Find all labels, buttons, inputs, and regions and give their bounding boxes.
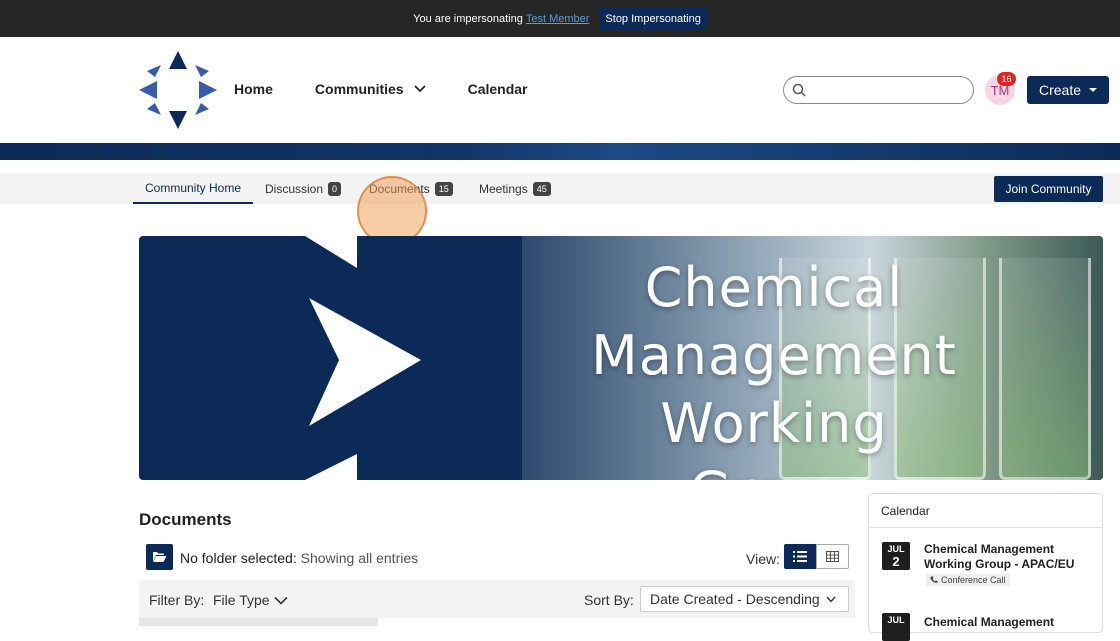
- chevron-down-icon: [413, 85, 426, 93]
- event-day: 2: [892, 554, 900, 569]
- document-list-header: [139, 618, 378, 626]
- list-icon: [793, 551, 807, 562]
- create-button-label: Create: [1038, 82, 1082, 98]
- event-date: JUL: [882, 613, 910, 641]
- chevron-down-icon: [273, 596, 288, 605]
- file-type-filter[interactable]: File Type: [213, 592, 288, 608]
- search-box[interactable]: [783, 76, 974, 104]
- sort-value: Date Created - Descending: [650, 591, 820, 607]
- documents-heading: Documents: [139, 510, 232, 529]
- folder-browse-button[interactable]: [146, 544, 173, 570]
- tab-label: Community Home: [144, 180, 242, 195]
- logo-watermark: [305, 236, 421, 480]
- event-date: JUL 2: [882, 542, 910, 570]
- impersonation-text: You are impersonating: [413, 12, 523, 25]
- folder-label: No folder selected:: [180, 550, 297, 566]
- nav-communities[interactable]: Communities: [315, 81, 426, 97]
- filter-bar: Filter By: File Type Sort By: Date Creat…: [139, 580, 855, 618]
- count-badge: 0: [328, 181, 342, 196]
- banner-title: Chemical Management Working Group: [579, 254, 969, 480]
- calendar-heading: Calendar: [869, 494, 1102, 528]
- impersonation-bar: You are impersonating Test Member Stop I…: [0, 0, 1120, 37]
- folder-open-icon: [153, 552, 167, 562]
- event-month: JUL: [887, 615, 905, 625]
- create-button[interactable]: Create: [1027, 76, 1109, 104]
- event-title-link[interactable]: Chemical Management Working Group - APAC…: [924, 542, 1089, 572]
- chevron-down-icon: [826, 596, 836, 603]
- sort-label: Sort By:: [584, 592, 634, 608]
- count-badge: 45: [532, 181, 551, 196]
- filter-label: Filter By:: [149, 592, 205, 608]
- search-icon: [792, 83, 806, 97]
- search-input[interactable]: [812, 81, 962, 99]
- notification-badge: 16: [997, 72, 1016, 86]
- banner-title-line: Chemical: [644, 256, 904, 319]
- nav-home[interactable]: Home: [234, 81, 273, 97]
- event-tag: Conference Call: [926, 574, 1010, 586]
- tab-meetings[interactable]: Meetings 45: [479, 173, 551, 204]
- main-nav: Home Communities Calendar: [234, 81, 570, 97]
- event-tag-label: Conference Call: [941, 575, 1006, 585]
- grid-view-button[interactable]: [816, 544, 849, 569]
- caret-down-icon: [1089, 88, 1098, 92]
- list-view-button[interactable]: [784, 544, 816, 569]
- tab-discussion[interactable]: Discussion 0: [265, 173, 342, 204]
- test-tube-image: [999, 258, 1091, 480]
- impersonated-member-link[interactable]: Test Member: [526, 13, 590, 25]
- sort-select[interactable]: Date Created - Descending: [640, 586, 849, 612]
- nav-communities-label: Communities: [314, 81, 404, 97]
- event-title-link[interactable]: Chemical Management: [924, 615, 1089, 630]
- site-logo[interactable]: [137, 49, 219, 131]
- folder-status-text: Showing all entries: [300, 550, 419, 566]
- banner-title-line: Working Group: [660, 392, 888, 480]
- banner-title-line: Management: [591, 324, 957, 387]
- nav-calendar[interactable]: Calendar: [468, 81, 528, 97]
- tab-label: Discussion: [265, 181, 324, 196]
- stop-impersonating-button[interactable]: Stop Impersonating: [599, 7, 707, 30]
- join-community-button[interactable]: Join Community: [994, 176, 1103, 202]
- phone-icon: [930, 576, 938, 583]
- grid-icon: [826, 551, 839, 562]
- header-band: [0, 143, 1120, 160]
- view-label: View:: [746, 551, 780, 567]
- file-type-label: File Type: [213, 592, 270, 608]
- folder-status: No folder selected: Showing all entries: [180, 550, 418, 566]
- community-banner: Chemical Management Working Group: [139, 236, 1103, 480]
- community-subnav: Community Home Discussion 0 Documents 15…: [0, 173, 1120, 204]
- calendar-panel: Calendar JUL 2 Chemical Management Worki…: [868, 493, 1103, 641]
- tab-community-home[interactable]: Community Home: [133, 173, 253, 204]
- count-badge: 15: [434, 181, 453, 196]
- tab-label: Meetings: [479, 181, 528, 196]
- site-header: Home Communities Calendar TM 16 Create: [0, 37, 1120, 143]
